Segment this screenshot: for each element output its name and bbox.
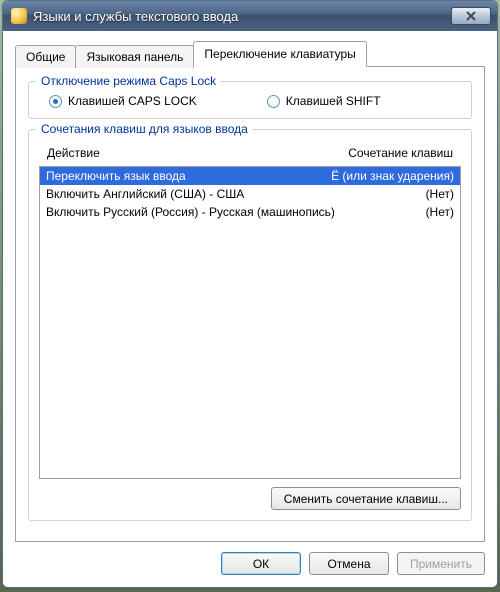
ok-button[interactable]: ОК <box>221 552 301 575</box>
row-action: Переключить язык ввода <box>46 169 323 183</box>
title-bar[interactable]: Языки и службы текстового ввода <box>3 1 497 31</box>
row-shortcut: (Нет) <box>418 205 454 219</box>
row-shortcut: Ё (или знак ударения) <box>323 169 454 183</box>
list-row[interactable]: Включить Английский (США) - США (Нет) <box>40 185 460 203</box>
apply-button[interactable]: Применить <box>397 552 485 575</box>
radio-label: Клавишей CAPS LOCK <box>68 94 197 108</box>
radio-icon <box>49 95 62 108</box>
list-header: Действие Сочетание клавиш <box>39 142 461 166</box>
dialog-window: Языки и службы текстового ввода Общие Яз… <box>2 0 498 588</box>
capslock-groupbox: Отключение режима Caps Lock Клавишей CAP… <box>28 81 472 119</box>
change-button-row: Сменить сочетание клавиш... <box>39 487 461 510</box>
capslock-group-title: Отключение режима Caps Lock <box>37 74 220 88</box>
radio-label: Клавишей SHIFT <box>286 94 381 108</box>
hotkey-list[interactable]: Переключить язык ввода Ё (или знак ударе… <box>39 166 461 479</box>
hotkeys-group-title: Сочетания клавиш для языков ввода <box>37 122 252 136</box>
capslock-radio-row: Клавишей CAPS LOCK Клавишей SHIFT <box>39 94 461 108</box>
row-action: Включить Английский (США) - США <box>46 187 418 201</box>
row-action: Включить Русский (Россия) - Русская (маш… <box>46 205 418 219</box>
col-header-shortcut: Сочетание клавиш <box>293 146 453 160</box>
row-shortcut: (Нет) <box>418 187 454 201</box>
radio-by-shift[interactable]: Клавишей SHIFT <box>267 94 381 108</box>
col-header-action: Действие <box>47 146 293 160</box>
tab-strip: Общие Языковая панель Переключение клави… <box>15 41 485 67</box>
client-area: Общие Языковая панель Переключение клави… <box>3 31 497 587</box>
radio-icon <box>267 95 280 108</box>
window-title: Языки и службы текстового ввода <box>33 9 451 24</box>
tab-language-bar[interactable]: Языковая панель <box>75 45 194 68</box>
radio-by-capslock[interactable]: Клавишей CAPS LOCK <box>49 94 197 108</box>
cancel-button[interactable]: Отмена <box>309 552 389 575</box>
list-row[interactable]: Переключить язык ввода Ё (или знак ударе… <box>40 167 460 185</box>
change-hotkey-button[interactable]: Сменить сочетание клавиш... <box>271 487 461 510</box>
app-icon <box>11 8 27 24</box>
hotkeys-groupbox: Сочетания клавиш для языков ввода Действ… <box>28 129 472 521</box>
dialog-footer: ОК Отмена Применить <box>15 552 485 575</box>
list-row[interactable]: Включить Русский (Россия) - Русская (маш… <box>40 203 460 221</box>
tab-pane: Отключение режима Caps Lock Клавишей CAP… <box>15 66 485 542</box>
close-icon <box>465 11 477 21</box>
tab-keyboard-switch[interactable]: Переключение клавиатуры <box>193 41 366 67</box>
tab-general[interactable]: Общие <box>15 45 76 68</box>
close-button[interactable] <box>451 7 491 25</box>
